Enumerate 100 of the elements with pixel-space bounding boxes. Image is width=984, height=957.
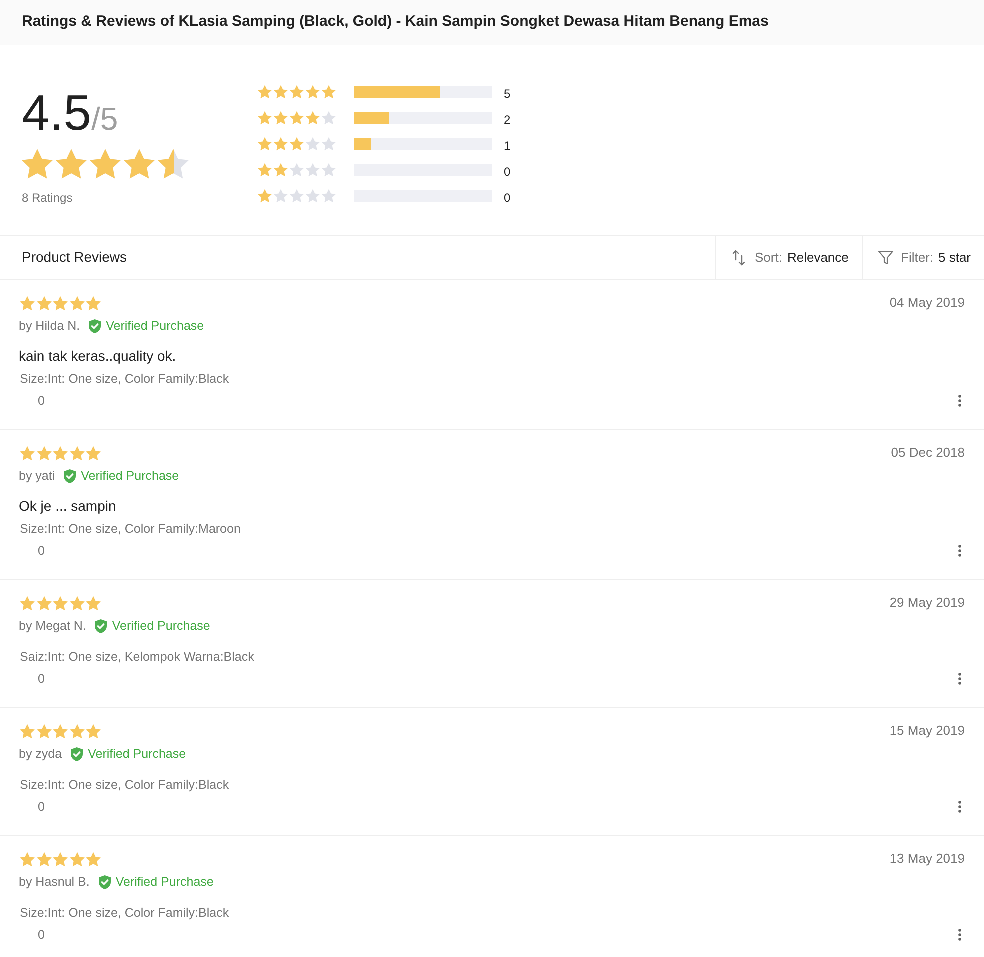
star-icon (306, 163, 320, 177)
rating-count: 5 (504, 86, 511, 103)
reviewer-name: by zyda (19, 746, 62, 763)
reviewer-name: by Hilda N. (19, 318, 80, 335)
verified-purchase-label: Verified Purchase (116, 874, 214, 891)
star-icon (258, 137, 272, 151)
star-icon (274, 85, 288, 99)
product-variant: Size:Int: One size, Color Family:Maroon (20, 521, 241, 537)
star-icon (322, 85, 336, 99)
star-icon (20, 296, 35, 311)
star-icon (86, 852, 101, 867)
verified-purchase-label: Verified Purchase (112, 618, 210, 635)
reviewer-name: by Megat N. (19, 618, 86, 635)
star-icon (36, 446, 52, 461)
review-text: Ok je ... sampin (19, 497, 116, 516)
star-icon (53, 446, 68, 461)
shield-check-icon (70, 746, 84, 762)
product-variant: Size:Int: One size, Color Family:Black (20, 371, 230, 387)
star-icon (86, 446, 101, 461)
star-icon (53, 724, 68, 739)
shield-check-icon (63, 468, 78, 484)
rating-count: 0 (504, 164, 511, 181)
ratings-count: 8 Ratings (22, 190, 73, 207)
verified-purchase-label: Verified Purchase (81, 468, 180, 485)
product-variant: Size:Int: One size, Color Family:Black (20, 905, 230, 921)
star-icon (36, 296, 52, 311)
review-date: 04 May 2019 (890, 295, 965, 311)
star-icon (306, 111, 320, 125)
star-icon (20, 724, 35, 739)
star-icon (86, 596, 101, 611)
star-icon (306, 137, 320, 151)
star-icon (53, 852, 68, 867)
star-icon (274, 189, 288, 203)
star-icon (322, 163, 336, 177)
star-icon (124, 149, 155, 179)
star-icon (22, 149, 53, 179)
star-icon (36, 596, 52, 611)
star-icon (53, 296, 68, 311)
sort-icon (731, 250, 747, 266)
star-icon (290, 85, 304, 99)
star-icon (322, 137, 336, 151)
reviewer-name: by Hasnul B. (19, 874, 90, 891)
star-icon (274, 111, 288, 125)
section-title: Product Reviews (22, 248, 128, 267)
star-icon (290, 189, 304, 203)
review-date: 29 May 2019 (890, 595, 965, 611)
star-icon (70, 446, 84, 461)
score-max: /5 (92, 100, 118, 139)
star-icon (258, 111, 272, 125)
star-icon (258, 85, 272, 99)
review-text: kain tak keras..quality ok. (19, 347, 176, 366)
star-icon (274, 163, 288, 177)
more-options-icon[interactable] (958, 395, 962, 407)
star-icon (70, 852, 84, 867)
star-icon (322, 111, 336, 125)
star-icon (306, 85, 320, 99)
like-count: 0 (38, 542, 45, 560)
star-icon (70, 596, 84, 611)
rating-count: 0 (504, 190, 511, 207)
star-icon (306, 189, 320, 203)
rating-count: 1 (504, 138, 511, 155)
like-count: 0 (38, 926, 45, 944)
like-count: 0 (38, 392, 45, 410)
page-title: Ratings & Reviews of KLasia Samping (Black, Gold) - Kain Sampin Songket Dewasa Hitam Benang Emas (22, 12, 769, 32)
star-icon (70, 296, 84, 311)
star-icon (258, 189, 272, 203)
star-icon (20, 852, 35, 867)
product-variant: Size:Int: One size, Color Family:Black (20, 777, 230, 793)
star-icon (56, 149, 87, 179)
more-options-icon[interactable] (958, 545, 962, 557)
review-date: 05 Dec 2018 (891, 445, 965, 461)
more-options-icon[interactable] (958, 929, 962, 941)
star-icon (36, 724, 52, 739)
star-icon (20, 596, 35, 611)
star-icon (20, 446, 35, 461)
review-date: 13 May 2019 (890, 851, 965, 867)
star-icon (158, 149, 189, 179)
star-icon (290, 163, 304, 177)
shield-check-icon (98, 874, 112, 890)
filter-icon (878, 250, 894, 266)
verified-purchase-label: Verified Purchase (88, 746, 186, 763)
star-icon (53, 596, 68, 611)
review-date: 15 May 2019 (890, 723, 965, 739)
star-icon (290, 137, 304, 151)
like-count: 0 (38, 798, 45, 816)
more-options-icon[interactable] (958, 673, 962, 685)
star-icon (322, 189, 336, 203)
product-variant: Saiz:Int: One size, Kelompok Warna:Black (20, 649, 254, 665)
star-icon (290, 111, 304, 125)
star-icon (70, 724, 84, 739)
verified-purchase-label: Verified Purchase (106, 318, 204, 335)
star-icon (274, 137, 288, 151)
shield-check-icon (88, 318, 102, 334)
reviewer-name: by yati (19, 468, 56, 485)
star-icon (258, 163, 272, 177)
star-icon (86, 724, 101, 739)
rating-count: 2 (504, 112, 511, 129)
star-icon (36, 852, 52, 867)
more-options-icon[interactable] (958, 801, 962, 813)
star-icon (90, 149, 121, 179)
